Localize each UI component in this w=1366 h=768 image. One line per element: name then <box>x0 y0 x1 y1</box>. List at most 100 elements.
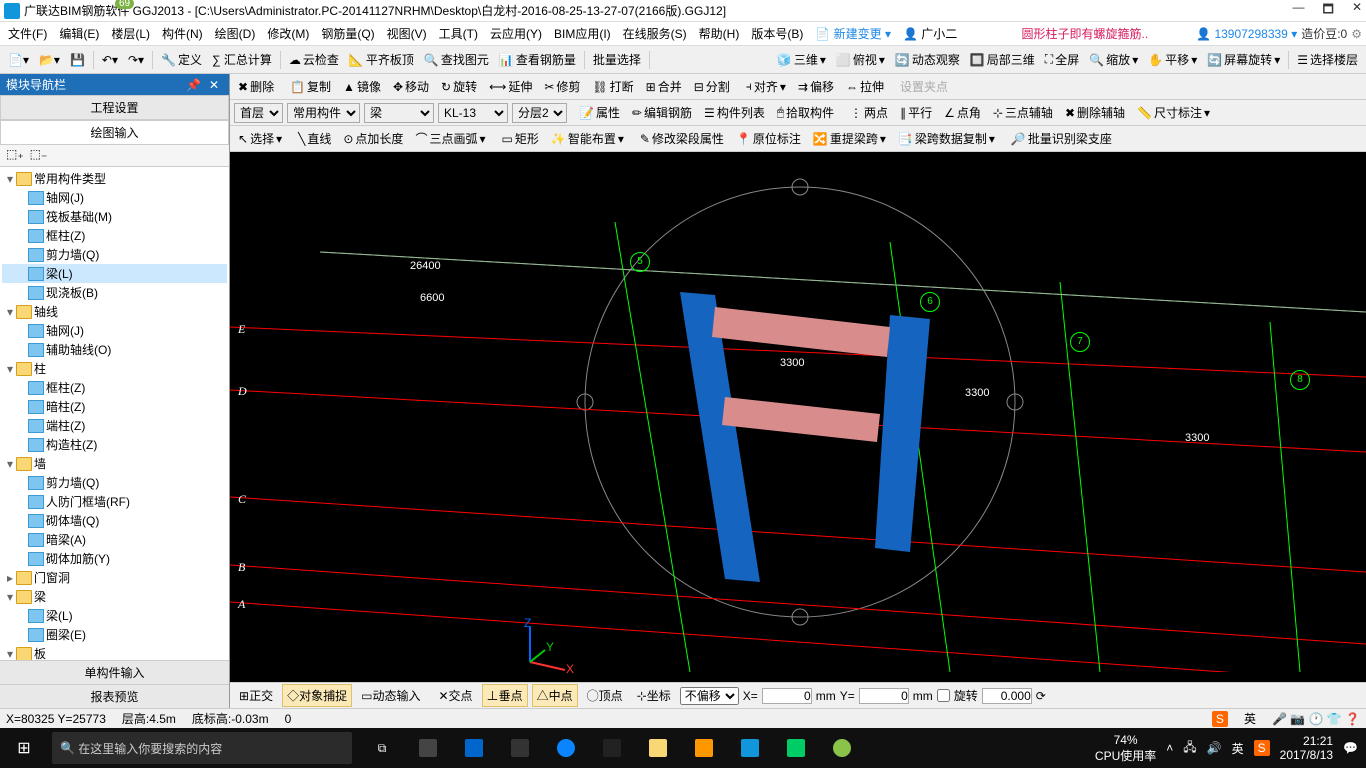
type-select[interactable]: 常用构件 <box>287 103 360 123</box>
minimize-button[interactable]: — <box>1293 0 1305 21</box>
dim-button[interactable]: 📏尺寸标注▾ <box>1133 102 1214 123</box>
tree-框柱(Z)[interactable]: 框柱(Z) <box>2 226 227 245</box>
tray-icons[interactable]: 🎤 📷 🕐 👕 ❓ <box>1272 712 1360 726</box>
tree-梁[interactable]: ▾梁 <box>2 587 227 606</box>
settings-icon[interactable]: ⚙ <box>1351 27 1362 41</box>
mirror-button[interactable]: ▲镜像 <box>339 76 385 97</box>
tree-圈梁(E)[interactable]: 圈梁(E) <box>2 625 227 644</box>
tree-筏板基础(M)[interactable]: 筏板基础(M) <box>2 207 227 226</box>
start-button[interactable]: ⊞ <box>0 738 48 758</box>
hint-text[interactable]: 圆形柱子即有螺旋箍筋.. <box>1021 25 1148 42</box>
store-icon[interactable] <box>592 732 632 764</box>
copyspan-button[interactable]: 📑梁跨数据复制▾ <box>894 128 999 149</box>
menu-在线服务(S)[interactable]: 在线服务(S) <box>619 23 691 44</box>
align-button[interactable]: ⫞对齐▾ <box>742 76 790 97</box>
view3d-button[interactable]: 🧊三维▾ <box>773 49 830 70</box>
parallel-button[interactable]: ∥平行 <box>896 102 936 123</box>
tree-板[interactable]: ▾板 <box>2 644 227 660</box>
tree-剪力墙(Q)[interactable]: 剪力墙(Q) <box>2 473 227 492</box>
editseg-button[interactable]: ✎修改梁段属性 <box>636 128 728 149</box>
tree-常用构件类型[interactable]: ▾常用构件类型 <box>2 169 227 188</box>
app-9[interactable] <box>776 732 816 764</box>
coord-toggle[interactable]: ⊹坐标 <box>632 684 676 707</box>
menu-钢筋量(Q)[interactable]: 钢筋量(Q) <box>317 23 378 44</box>
int-toggle[interactable]: ✕交点 <box>433 684 477 707</box>
menu-文件(F)[interactable]: 文件(F) <box>4 23 51 44</box>
tree-人防门框墙(RF)[interactable]: 人防门框墙(RF) <box>2 492 227 511</box>
clock[interactable]: 21:21 2017/8/13 <box>1280 734 1333 763</box>
redo-button[interactable]: ↷▾ <box>124 51 148 69</box>
taskview-icon[interactable]: ⧉ <box>362 732 402 764</box>
action-center-icon[interactable]: 💬 <box>1343 741 1358 755</box>
maximize-button[interactable]: 🗖 <box>1323 0 1334 21</box>
arc3-button[interactable]: ⌒三点画弧▾ <box>411 128 489 149</box>
attr-button[interactable]: 📝属性 <box>575 102 624 123</box>
tab-report[interactable]: 报表预览 <box>0 684 229 708</box>
rect-button[interactable]: ▭矩形 <box>498 128 543 149</box>
app-10[interactable] <box>822 732 862 764</box>
undo-button[interactable]: ↶▾ <box>98 51 122 69</box>
tree-柱[interactable]: ▾柱 <box>2 359 227 378</box>
offset-button[interactable]: ⇉偏移 <box>794 76 838 97</box>
tree-门窗洞[interactable]: ▸门窗洞 <box>2 568 227 587</box>
tab-single-input[interactable]: 单构件输入 <box>0 660 229 684</box>
rotate-checkbox[interactable] <box>937 689 950 702</box>
menu-楼层(L)[interactable]: 楼层(L) <box>107 23 154 44</box>
cloud-check-button[interactable]: ☁云检查 <box>285 49 343 70</box>
tree-框柱(Z)[interactable]: 框柱(Z) <box>2 378 227 397</box>
tree-端柱(Z)[interactable]: 端柱(Z) <box>2 416 227 435</box>
tab-project-settings[interactable]: 工程设置 <box>0 95 229 120</box>
tree-轴线[interactable]: ▾轴线 <box>2 302 227 321</box>
app-3[interactable] <box>500 732 540 764</box>
merge-button[interactable]: ⊞合并 <box>642 76 686 97</box>
perp-toggle[interactable]: ⊥垂点 <box>482 684 528 707</box>
batchbeam-button[interactable]: 🔎批量识别梁支座 <box>1007 128 1116 149</box>
tree-墙[interactable]: ▾墙 <box>2 454 227 473</box>
tray-up-icon[interactable]: ˄ <box>1166 741 1173 755</box>
tree-辅助轴线(O)[interactable]: 辅助轴线(O) <box>2 340 227 359</box>
tray-vol-icon[interactable]: 🔊 <box>1207 741 1222 755</box>
tab-draw-input[interactable]: 绘图输入 <box>0 120 229 145</box>
tree-梁(L)[interactable]: 梁(L) <box>2 264 227 283</box>
layer-select[interactable]: 分层2 <box>512 103 567 123</box>
menu-视图(V)[interactable]: 视图(V) <box>383 23 431 44</box>
menu-修改(M)[interactable]: 修改(M) <box>263 23 313 44</box>
sum-button[interactable]: ∑ 汇总计算 <box>208 49 276 70</box>
app-7[interactable] <box>684 732 724 764</box>
app-2[interactable] <box>454 732 494 764</box>
delete-button[interactable]: ✖删除 <box>234 76 278 97</box>
trim-button[interactable]: ✂修剪 <box>540 76 584 97</box>
select-button[interactable]: ↖选择▾ <box>234 128 286 149</box>
rebar-qty-button[interactable]: 📊查看钢筋量 <box>495 49 580 70</box>
menu-版本号(B)[interactable]: 版本号(B) <box>747 23 807 44</box>
smart-button[interactable]: ✨智能布置▾ <box>547 128 628 149</box>
user-link[interactable]: 👤 广小二 <box>899 23 961 44</box>
menu-云应用(Y)[interactable]: 云应用(Y) <box>486 23 546 44</box>
define-button[interactable]: 🔧定义 <box>157 49 206 70</box>
dyninput-toggle[interactable]: ▭动态输入 <box>356 684 425 707</box>
select-floor-button[interactable]: ☰选择楼层 <box>1293 49 1362 70</box>
delaux-button[interactable]: ✖删除辅轴 <box>1061 102 1129 123</box>
tree-现浇板(B)[interactable]: 现浇板(B) <box>2 283 227 302</box>
app-8[interactable] <box>730 732 770 764</box>
ptlen-button[interactable]: ⊙点加长度 <box>339 128 407 149</box>
tray-ime[interactable]: 英 <box>1232 740 1244 757</box>
tray-net-icon[interactable]: 🖧 <box>1183 738 1196 759</box>
extend-button[interactable]: ⟷延伸 <box>485 76 536 97</box>
zoom-button[interactable]: 🔍缩放▾ <box>1085 49 1142 70</box>
ime-badge[interactable]: S <box>1212 711 1228 727</box>
pick-button[interactable]: 🖱拾取构件 <box>773 102 838 123</box>
x-input[interactable] <box>762 688 812 704</box>
ortho-toggle[interactable]: ⊞正交 <box>234 684 278 707</box>
fullscreen-button[interactable]: ⛶全屏 <box>1041 49 1083 70</box>
cpu-gauge[interactable]: 74% CPU使用率 <box>1095 733 1156 764</box>
origin-button[interactable]: 📍原位标注 <box>732 128 805 149</box>
new-button[interactable]: 📄▾ <box>4 51 33 69</box>
top-toggle[interactable]: ◯顶点 <box>582 684 628 707</box>
edge-icon[interactable] <box>546 732 586 764</box>
local3d-button[interactable]: 🔲局部三维 <box>966 49 1039 70</box>
edit-rebar-button[interactable]: ✏编辑钢筋 <box>628 102 696 123</box>
pin-icon[interactable]: 📌 <box>182 78 205 92</box>
stretch-button[interactable]: ⇔拉伸 <box>842 76 888 97</box>
move-button[interactable]: ✥移动 <box>389 76 433 97</box>
